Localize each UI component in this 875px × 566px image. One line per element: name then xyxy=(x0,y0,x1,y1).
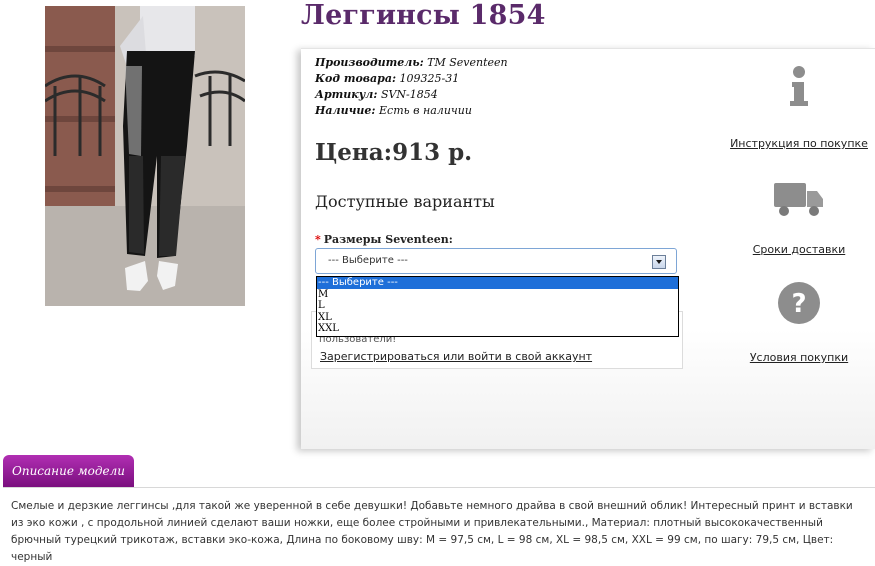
product-info-panel: Производитель: ТМ Seventeen Код товара: … xyxy=(301,48,875,449)
product-title: Леггинсы 1854 xyxy=(301,0,546,31)
instructions-link[interactable]: Инструкция по покупке xyxy=(724,137,874,150)
article-label: Артикул: xyxy=(315,88,378,101)
required-marker: * xyxy=(315,233,321,246)
size-select-value: --- Выберите --- xyxy=(328,255,408,266)
size-option[interactable]: XL xyxy=(317,312,678,324)
sidebar-conditions[interactable]: ? Условия покупки xyxy=(724,279,874,364)
sidebar-instructions[interactable]: Инструкция по покупке xyxy=(724,63,874,150)
register-login-link[interactable]: Зарегистрироваться или войти в свой акка… xyxy=(320,350,592,363)
tab-description[interactable]: Описание модели xyxy=(3,455,134,487)
size-option[interactable]: --- Выберите --- xyxy=(317,277,678,289)
product-meta: Производитель: ТМ Seventeen Код товара: … xyxy=(315,55,508,119)
manufacturer-label: Производитель: xyxy=(315,56,424,69)
manufacturer-value: ТМ Seventeen xyxy=(427,56,508,69)
svg-text:?: ? xyxy=(791,289,806,319)
availability-value: Есть в наличии xyxy=(379,104,472,117)
size-option[interactable]: M xyxy=(317,289,678,301)
variants-heading: Доступные варианты xyxy=(315,192,495,211)
size-option[interactable]: XXL xyxy=(317,323,678,335)
size-dropdown-list[interactable]: --- Выберите --- M L XL XXL xyxy=(316,276,679,337)
question-icon: ? xyxy=(778,282,820,324)
size-option[interactable]: L xyxy=(317,300,678,312)
availability-label: Наличие: xyxy=(315,104,376,117)
delivery-link[interactable]: Сроки доставки xyxy=(724,243,874,256)
product-photo[interactable] xyxy=(45,6,245,306)
sidebar-delivery[interactable]: Сроки доставки xyxy=(724,177,874,256)
size-label-text: Размеры Seventeen: xyxy=(323,233,453,246)
code-label: Код товара: xyxy=(315,72,397,85)
size-label: * Размеры Seventeen: xyxy=(315,233,453,246)
size-select[interactable]: --- Выберите --- xyxy=(315,248,677,274)
conditions-link[interactable]: Условия покупки xyxy=(724,351,874,364)
info-icon xyxy=(790,66,808,106)
truck-icon xyxy=(774,183,823,216)
code-value: 109325-31 xyxy=(399,72,460,85)
product-price: Цена:913 р. xyxy=(315,139,473,166)
chevron-down-icon[interactable] xyxy=(652,255,666,269)
article-value: SVN-1854 xyxy=(380,88,438,101)
description-text: Смелые и дерзкие леггинсы ,для такой же … xyxy=(3,487,875,563)
